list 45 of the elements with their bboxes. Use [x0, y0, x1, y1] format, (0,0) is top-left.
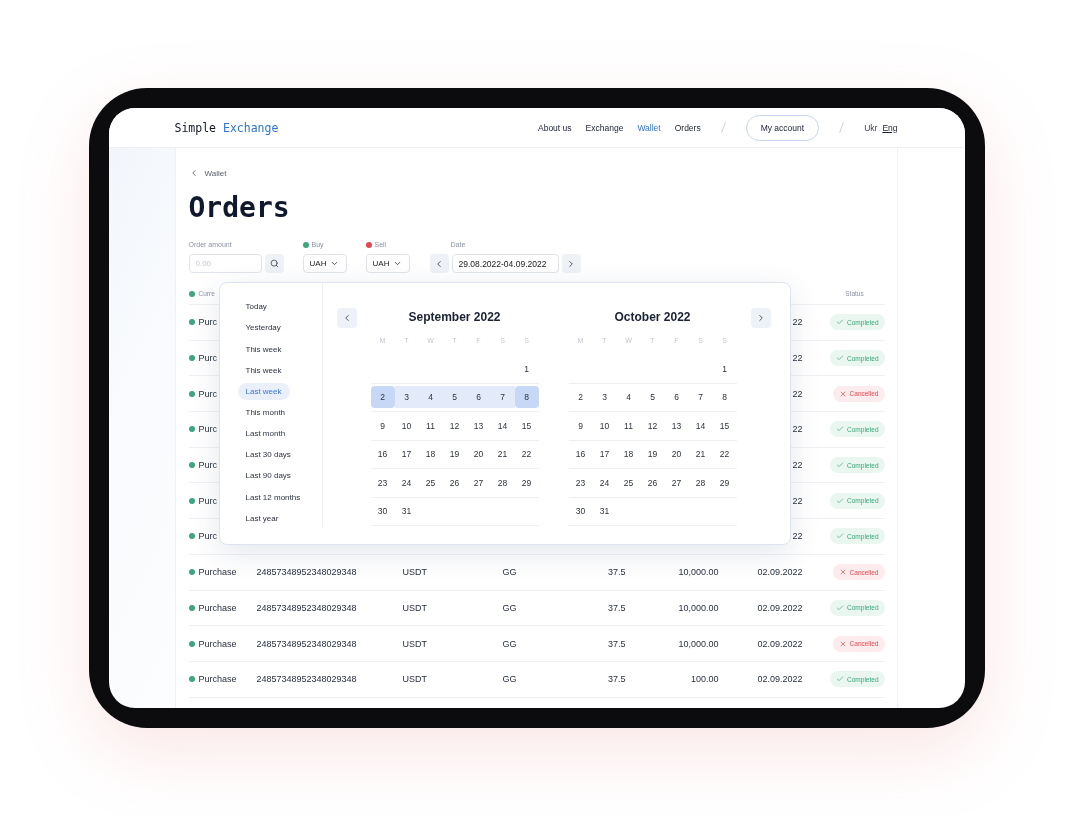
table-cell: 22: [792, 353, 803, 364]
table-cell: 24857348952348029348: [256, 638, 357, 649]
table-cell: 10,000.00: [678, 638, 719, 649]
table-cell: USDT: [402, 674, 427, 685]
table-cell: 22: [792, 531, 803, 542]
table-cell: 100.00: [690, 674, 719, 685]
table-cell: Purc: [198, 495, 217, 506]
table-cell: 22: [792, 424, 803, 435]
table-cell: 24857348952348029348: [256, 674, 357, 685]
month-title: September 2022: [407, 309, 502, 326]
table-cell: 22: [792, 460, 803, 471]
page-title: Orders: [188, 191, 291, 225]
table-cell: Purc: [198, 424, 217, 435]
table-cell: 37.5: [607, 602, 626, 613]
table-cell: 24857348952348029348: [256, 567, 357, 578]
table-cell: Purchase: [198, 567, 237, 578]
month-title: October 2022: [613, 309, 692, 326]
table-cell: USDT: [402, 638, 427, 649]
table-cell: Purc: [198, 317, 217, 328]
table-cell: GG: [502, 602, 517, 613]
table-cell: GG: [502, 674, 517, 685]
table-cell: 02.09.2022: [757, 674, 803, 685]
table-cell: 22: [792, 317, 803, 328]
table-cell: Purchase: [198, 602, 237, 613]
table-cell: 02.09.2022: [757, 567, 803, 578]
table-cell: Purc: [198, 388, 217, 399]
table-cell: 22: [792, 495, 803, 506]
table-cell: Purchase: [198, 674, 237, 685]
table-cell: Purc: [198, 460, 217, 471]
table-cell: 10,000.00: [678, 567, 719, 578]
table-cell: 37.5: [607, 674, 626, 685]
table-cell: GG: [502, 567, 517, 578]
table-cell: 22: [792, 388, 803, 399]
table-cell: Purchase: [198, 638, 237, 649]
table-cell: 24857348952348029348: [256, 602, 357, 613]
table-cell: 37.5: [607, 567, 626, 578]
table-cell: 02.09.2022: [757, 602, 803, 613]
table-cell: USDT: [402, 602, 427, 613]
table-cell: 37.5: [607, 638, 626, 649]
table-cell: USDT: [402, 567, 427, 578]
table-cell: Purc: [198, 531, 217, 542]
table-cell: GG: [502, 638, 517, 649]
table-cell: Purc: [198, 353, 217, 364]
table-cell: 02.09.2022: [757, 638, 803, 649]
table-cell: 10,000.00: [678, 602, 719, 613]
